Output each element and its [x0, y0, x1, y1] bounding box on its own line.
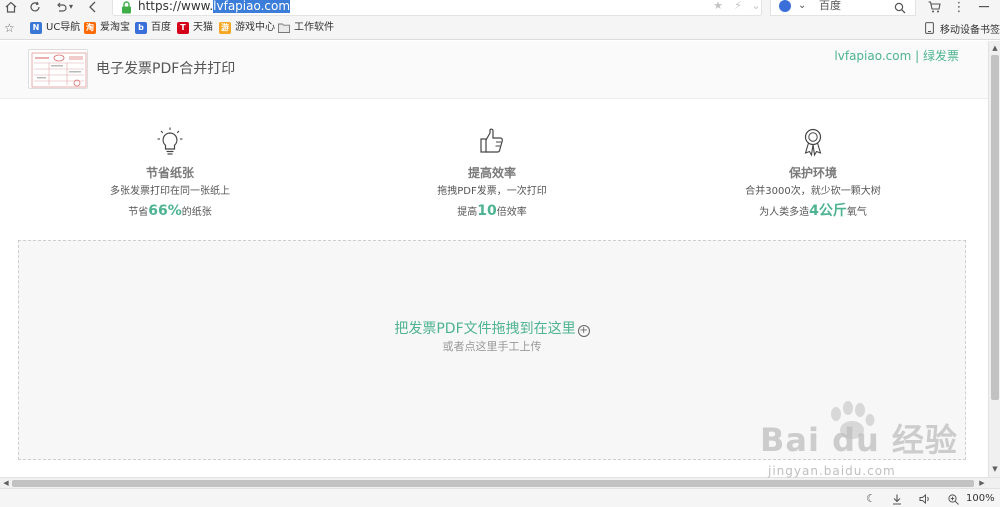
browser-window: ▾ https://www.lvfapiao.com ★ ⚡ ⌄ ⌄ 百度 ⋮	[0, 0, 1000, 507]
site-title: 电子发票PDF合并打印	[96, 61, 236, 77]
chevron-down-icon[interactable]: ⌄	[749, 0, 763, 13]
scroll-up-icon[interactable]: ▲	[991, 44, 999, 52]
scroll-right-icon[interactable]: ▶	[978, 479, 986, 487]
site-brand-link[interactable]: lvfapiao.com | 绿发票	[834, 48, 959, 64]
horizontal-scroll-thumb[interactable]	[12, 480, 974, 487]
mobile-bookmarks[interactable]: 移动设备书签	[925, 21, 1000, 36]
manual-upload-link[interactable]: 或者点这里手工上传	[19, 340, 965, 354]
features-section: 节省纸张 多张发票打印在同一张纸上 节省66%的纸张 提高效率 拖拽PDF发票，…	[0, 99, 988, 239]
status-bar: ☾ 100%	[0, 488, 1000, 507]
lightning-icon[interactable]: ⚡	[731, 0, 745, 13]
minimize-icon[interactable]	[976, 0, 992, 14]
award-ribbon-icon	[804, 128, 822, 157]
baidu-icon: b	[135, 22, 147, 34]
bookmark-game-center[interactable]: 游 游戏中心	[219, 21, 275, 35]
horizontal-scrollbar[interactable]: ◀ ▶	[0, 477, 1000, 488]
pdf-dropzone[interactable]: 把发票PDF文件拖拽到在这里 + 或者点这里手工上传	[18, 240, 966, 460]
tmall-icon: T	[177, 22, 189, 34]
feature-stat: 提高10倍效率	[457, 203, 527, 219]
undo-dropdown-icon[interactable]: ▾	[66, 0, 76, 14]
aitaobao-icon: 淘	[84, 22, 96, 34]
site-header: 电子发票PDF合并打印 lvfapiao.com | 绿发票	[0, 41, 988, 99]
feature-stat-value: 4公斤	[809, 203, 847, 219]
thumbs-up-icon	[480, 128, 503, 153]
home-icon[interactable]	[2, 0, 20, 14]
bookmark-baidu[interactable]: b 百度	[135, 21, 171, 35]
vertical-scrollbar[interactable]: ▲ ▼	[988, 41, 1000, 477]
game-center-icon: 游	[219, 22, 231, 34]
feature-title: 保护环境	[788, 166, 837, 180]
lock-icon	[121, 0, 132, 18]
refresh-icon[interactable]	[26, 0, 44, 14]
bookmark-uc-nav[interactable]: N UC导航	[30, 21, 80, 35]
feature-title: 提高效率	[467, 166, 516, 180]
feature-save-paper: 节省纸张 多张发票打印在同一张纸上 节省66%的纸张	[20, 127, 320, 221]
bookmark-star-icon[interactable]: ☆	[4, 21, 15, 35]
browser-toolbar: ▾ https://www.lvfapiao.com ★ ⚡ ⌄ ⌄ 百度 ⋮	[0, 0, 1000, 17]
feature-title: 节省纸张	[145, 166, 194, 180]
download-icon[interactable]	[890, 492, 904, 506]
mobile-device-icon	[925, 22, 934, 34]
bookmarks-bar: ☆ N UC导航 淘 爱淘宝 b 百度 T 天猫 游 游戏中心 工作软件 移动设…	[0, 17, 1000, 40]
zoom-in-icon[interactable]	[946, 492, 960, 506]
feature-desc: 拖拽PDF发票，一次打印	[437, 186, 547, 197]
feature-stat-value: 10	[477, 203, 497, 219]
address-bar[interactable]: https://www.lvfapiao.com ★ ⚡ ⌄	[112, 0, 762, 16]
bookmark-tmall[interactable]: T 天猫	[177, 21, 213, 35]
scroll-left-icon[interactable]: ◀	[2, 479, 10, 487]
feature-desc: 多张发票打印在同一张纸上	[110, 186, 230, 197]
zoom-level[interactable]: 100%	[966, 492, 995, 506]
page-content: 电子发票PDF合并打印 lvfapiao.com | 绿发票 节省纸张 多张发票…	[0, 41, 988, 477]
dropzone-prompt[interactable]: 把发票PDF文件拖拽到在这里 +	[19, 320, 965, 338]
feature-stat: 为人类多造4公斤氧气	[759, 203, 867, 219]
url-selection: lvfapiao.com	[213, 0, 291, 13]
feature-environment: 保护环境 合并3000次，就少砍一颗大树 为人类多造4公斤氧气	[663, 127, 963, 221]
search-box[interactable]: ⌄ 百度	[770, 0, 916, 16]
vertical-scroll-thumb[interactable]	[991, 55, 999, 400]
uc-nav-icon: N	[30, 22, 42, 34]
bookmark-aitaobao[interactable]: 淘 爱淘宝	[84, 21, 130, 35]
invoice-logo-icon[interactable]	[28, 49, 88, 89]
star-icon[interactable]: ★	[711, 0, 725, 13]
scroll-down-icon[interactable]: ▼	[991, 465, 999, 473]
folder-icon	[278, 22, 290, 34]
feature-efficiency: 提高效率 拖拽PDF发票，一次打印 提高10倍效率	[342, 127, 642, 221]
cart-icon[interactable]	[926, 0, 942, 14]
feature-stat-value: 66%	[148, 203, 182, 219]
night-mode-icon[interactable]: ☾	[864, 492, 878, 506]
bookmark-work-software[interactable]: 工作软件	[278, 21, 334, 35]
baidu-paw-icon[interactable]	[779, 0, 791, 12]
search-engine-name: 百度	[819, 0, 841, 12]
url-text[interactable]: https://www.lvfapiao.com	[138, 0, 291, 14]
back-icon[interactable]	[84, 0, 102, 14]
volume-icon[interactable]	[918, 492, 932, 506]
lightbulb-icon	[157, 127, 183, 155]
more-menu-icon[interactable]: ⋮	[953, 0, 966, 15]
add-circle-icon[interactable]: +	[577, 325, 590, 337]
feature-stat: 节省66%的纸张	[128, 203, 212, 219]
feature-desc: 合并3000次，就少砍一颗大树	[745, 186, 881, 197]
engine-chevron-icon[interactable]: ⌄	[798, 0, 806, 14]
search-icon[interactable]	[894, 0, 906, 18]
